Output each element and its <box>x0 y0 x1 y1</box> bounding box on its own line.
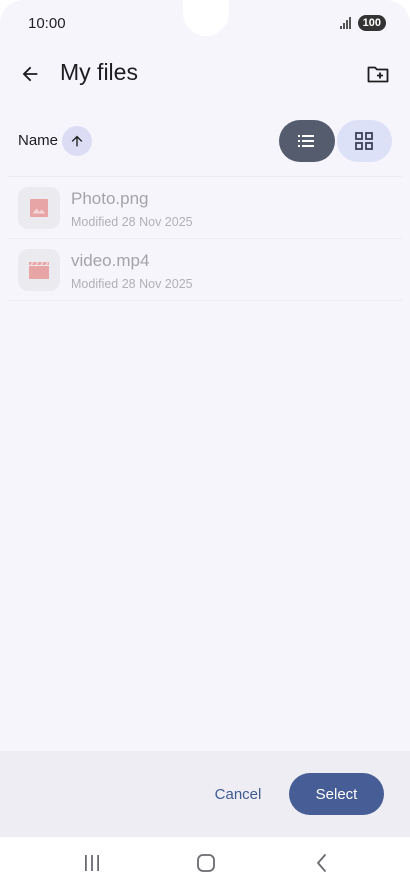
file-thumbnail <box>18 187 60 229</box>
file-name: Photo.png <box>71 189 149 208</box>
arrow-left-icon <box>22 66 38 82</box>
recents-icon <box>85 855 99 871</box>
home-icon <box>197 854 215 872</box>
file-name: video.mp4 <box>71 251 150 270</box>
battery-level: 100 <box>357 15 386 31</box>
action-bar: Cancel Select <box>0 751 410 837</box>
page-title: My files <box>60 59 138 85</box>
cancel-button[interactable]: Cancel <box>204 773 272 815</box>
grid-view-button[interactable] <box>336 120 392 162</box>
sort-label[interactable]: Name <box>18 132 58 149</box>
file-item-video[interactable]: video.mp4 Modified 28 Nov 2025 <box>8 239 402 300</box>
file-modified: Modified 28 Nov 2025 <box>71 215 193 229</box>
status-time: 10:00 <box>28 15 66 32</box>
file-thumbnail <box>18 249 60 291</box>
camera-notch <box>183 0 229 36</box>
select-button[interactable]: Select <box>289 773 384 815</box>
file-modified: Modified 28 Nov 2025 <box>71 277 193 291</box>
list-view-icon <box>297 135 314 147</box>
grid-view-icon <box>355 132 374 150</box>
image-icon <box>30 199 48 217</box>
sort-direction-button[interactable] <box>62 126 92 156</box>
back-button[interactable] <box>14 58 46 90</box>
phone-screen: 10:00 100 My files Name Photo.png Modifi… <box>0 0 410 888</box>
nav-back-button[interactable] <box>310 851 334 875</box>
video-clapper-icon <box>29 261 49 279</box>
status-bar: 10:00 100 <box>0 0 410 46</box>
arrow-up-icon <box>71 135 83 147</box>
screen-corner-right <box>386 0 410 24</box>
signal-icon <box>339 17 354 29</box>
sort-row: Name <box>0 118 410 164</box>
home-button[interactable] <box>194 851 218 875</box>
divider <box>8 300 402 301</box>
screen-corner-left <box>0 0 24 24</box>
file-list: Photo.png Modified 28 Nov 2025 video.mp4… <box>8 176 402 301</box>
status-icons: 100 <box>339 15 386 31</box>
system-nav-bar <box>0 837 410 888</box>
new-folder-button[interactable] <box>362 58 394 90</box>
back-icon <box>317 854 326 872</box>
view-toggle <box>279 120 392 162</box>
new-folder-icon <box>367 66 389 83</box>
list-view-button[interactable] <box>279 120 335 162</box>
file-item-photo[interactable]: Photo.png Modified 28 Nov 2025 <box>8 177 402 238</box>
app-bar: My files <box>0 50 410 98</box>
recents-button[interactable] <box>80 852 104 874</box>
